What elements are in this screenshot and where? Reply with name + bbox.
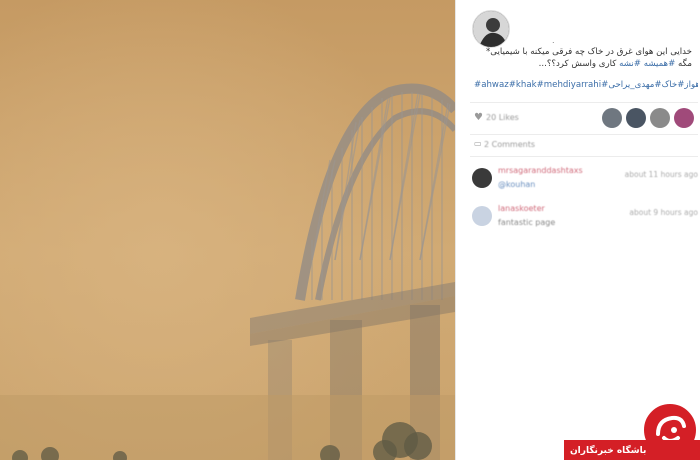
comment-time: about 11 hours ago <box>624 170 698 179</box>
divider <box>470 156 698 157</box>
caption-line-2: مگه #همیشه #نشه کاری واسش کرد؟؟... <box>464 58 692 70</box>
commenter-avatar[interactable] <box>472 168 492 188</box>
liker-avatar[interactable] <box>626 108 646 128</box>
comment-time: about 9 hours ago <box>629 208 698 217</box>
comment-item: mrsagaranddashtaxs about 11 hours ago @k… <box>472 166 698 200</box>
liker-avatar[interactable] <box>602 108 622 128</box>
comment-text[interactable]: @kouhan <box>498 180 535 189</box>
liker-avatar[interactable] <box>650 108 670 128</box>
commenter-username[interactable]: lanaskoeter <box>498 204 545 213</box>
likes-row: ♥ 20 Likes <box>474 108 698 130</box>
divider <box>470 102 698 103</box>
post-author-avatar[interactable] <box>472 10 510 48</box>
caption-line-1: خدایی این هوای غرق در خاک چه فرقی میکنه … <box>485 47 692 57</box>
caption-text: کاری واسش کرد؟؟... <box>538 59 620 69</box>
likes-count[interactable]: 20 Likes <box>486 113 519 122</box>
post-username[interactable]: . <box>552 36 555 45</box>
caption-text: مگه <box>675 59 692 69</box>
comment-icon: ▭ <box>474 139 482 148</box>
post-hashtags[interactable]: #ahwaz#khak#mehdiyarrahi#اهواز#خاک#مهدی_… <box>474 80 698 90</box>
post-caption: خدایی این هوای غرق در خاک چه فرقی میکنه … <box>464 46 692 70</box>
commenter-avatar[interactable] <box>472 206 492 226</box>
caption-hashtag[interactable]: #نشه <box>619 59 641 69</box>
commenter-username[interactable]: mrsagaranddashtaxs <box>498 166 583 175</box>
dusty-bridge-image <box>0 0 455 460</box>
comments-count[interactable]: 2 Comments <box>484 140 535 149</box>
divider <box>470 134 698 135</box>
liker-avatar[interactable] <box>674 108 694 128</box>
heart-icon[interactable]: ♥ <box>474 112 483 123</box>
post-details-panel: . خدایی این هوای غرق در خاک چه فرقی میکن… <box>455 0 700 460</box>
comment-text: fantastic page <box>498 218 556 227</box>
post-photo[interactable] <box>0 0 455 460</box>
news-agency-logo: باشگاه خبرنگاران <box>564 402 700 460</box>
caption-hashtag[interactable]: #همیشه <box>641 59 676 69</box>
logo-text: باشگاه خبرنگاران <box>570 446 647 456</box>
avatar-image <box>473 11 509 47</box>
comment-item: lanaskoeter about 9 hours ago fantastic … <box>472 204 698 238</box>
